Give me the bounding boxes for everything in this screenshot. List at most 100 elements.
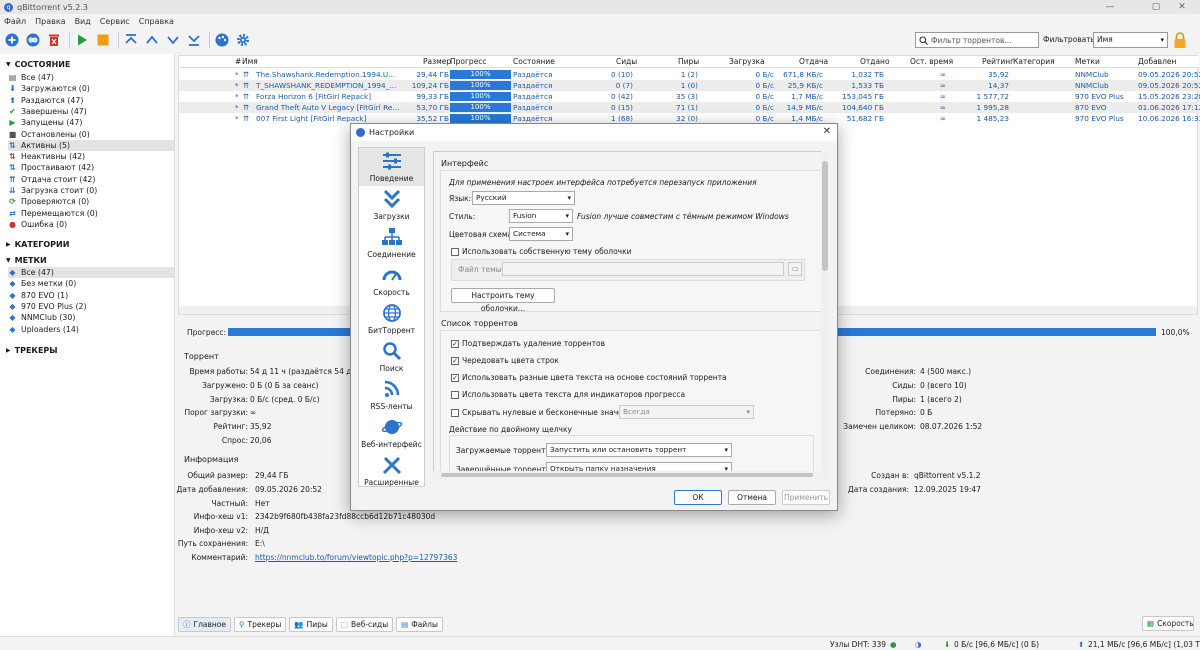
col-peers[interactable]: Пиры [678,57,699,66]
tab-webseeds[interactable]: ⬚ Веб-сиды [335,617,394,632]
category-advanced[interactable]: Расширенные [359,452,424,486]
category-downloads[interactable]: Загрузки [359,186,424,224]
lock-button[interactable] [1173,31,1187,49]
filter-input[interactable]: Фильтр торрентов... [915,32,1039,48]
category-search[interactable]: Поиск [359,338,424,376]
table-row[interactable]: ⇈ * Forza Horizon 6 [FitGirl Repack] 99,33 … [179,91,1200,102]
status-filter-item[interactable]: ✔ Завершены (47) [8,106,174,117]
tab-files[interactable]: ▤ Файлы [396,617,443,632]
category-behavior[interactable]: Поведение [359,148,424,186]
category-speed[interactable]: Скорость [359,262,424,300]
filter-by-select[interactable]: Имя ▾ [1093,32,1168,48]
stop-button[interactable] [94,32,111,49]
tag-filter-item[interactable]: ◆ 870 EVO (1) [8,290,174,301]
table-row[interactable]: ⇈ * Grand Theft Auto V Legacy [FitGirl Re.… [179,102,1200,113]
status-filter-item[interactable]: ▤ Все (47) [8,72,174,83]
hide-zero-checkbox[interactable]: Скрывать нулевые и бесконечные значения [451,408,637,417]
col-category[interactable]: Категория [1013,57,1055,66]
hide-zero-select[interactable]: Всегда ▾ [619,405,754,419]
scroll-thumb[interactable] [441,473,813,477]
status-filter-item[interactable]: ⇊ Загрузка стоит (0) [8,185,174,196]
tag-filter-item[interactable]: ◆ NNMClub (30) [8,312,174,323]
add-link-button[interactable] [24,32,41,49]
tab-general[interactable]: ⓘ Главное [178,617,231,632]
start-button[interactable] [73,32,90,49]
menu-edit[interactable]: Правка [35,17,65,26]
tag-filter-item[interactable]: ◆ Все (47) [8,267,174,278]
col-seeds[interactable]: Сиды [616,57,637,66]
move-up-button[interactable] [143,32,160,49]
panel-horizontal-scrollbar[interactable] [433,471,821,479]
close-window-icon[interactable]: ✕ [1164,0,1200,14]
menu-view[interactable]: Вид [75,17,91,26]
cancel-button[interactable]: Отмена [728,490,776,505]
category-webui[interactable]: Веб-интерфейс [359,414,424,452]
downloading-action-select[interactable]: Запустить или остановить торрент ▾ [546,443,732,457]
panel-vertical-scrollbar[interactable] [821,151,829,479]
category-bittorrent[interactable]: БитТоррент [359,300,424,338]
col-size[interactable]: Размер [423,57,451,66]
tab-trackers[interactable]: ⚲ Трекеры [234,617,287,632]
category-rss[interactable]: RSS-ленты [359,376,424,414]
own-theme-checkbox[interactable]: Использовать собственную тему оболочки [451,247,632,256]
status-filter-item[interactable]: ⟳ Проверяются (0) [8,196,174,207]
theme-file-input[interactable] [502,262,784,276]
status-filter-item[interactable]: ⇅ Активны (5) [8,139,174,151]
download-speed[interactable]: 0 Б/с [96,6 МБ/с] (0 Б) [954,640,1039,649]
col-eta[interactable]: Ост. время [910,57,953,66]
scroll-thumb[interactable] [822,161,828,271]
comment-link[interactable]: https://nnmclub.to/forum/viewtopic.php?p… [255,553,457,562]
status-filter-item[interactable]: ■ Остановлены (0) [8,129,174,140]
tag-filter-item[interactable]: ◆ 970 EVO Plus (2) [8,301,174,312]
settings-button[interactable] [234,32,251,49]
ok-button[interactable]: ОК [674,490,722,505]
menu-file[interactable]: Файл [4,17,26,26]
minimize-icon[interactable]: — [1092,0,1128,14]
progress-colors-checkbox[interactable]: Использовать цвета текста для индикаторо… [451,390,685,399]
col-name[interactable]: Имя [242,57,258,66]
col-ratio[interactable]: Рейтинг [982,57,1014,66]
col-num[interactable]: # [235,57,241,66]
col-tags[interactable]: Метки [1075,57,1100,66]
col-up[interactable]: Отдача [799,57,828,66]
col-uploaded[interactable]: Отдано [860,57,890,66]
customize-theme-button[interactable]: Настроить тему оболочки... [451,288,555,313]
style-select[interactable]: Fusion ▾ [509,209,573,223]
language-select[interactable]: Русский ▾ [472,191,575,205]
col-progress[interactable]: Прогресс [450,57,487,66]
alt-speed-icon[interactable]: ◑ [915,640,922,649]
move-down-button[interactable] [164,32,181,49]
status-filter-item[interactable]: ⇅ Простаивают (42) [8,162,174,173]
state-colors-checkbox[interactable]: ✓ Использовать разные цвета текста на осн… [451,373,727,382]
confirm-delete-checkbox[interactable]: ✓ Подтверждать удаление торрентов [451,339,605,348]
table-row[interactable]: ⇈ * T_SHAWSHANK_REDEMPTION_1994_... 109,24 … [179,80,1200,91]
status-section-header[interactable]: ▼ СОСТОЯНИЕ [6,60,70,69]
category-connection[interactable]: Соединение [359,224,424,262]
speed-button[interactable]: ▦ Скорость [1142,616,1194,631]
alternate-rows-checkbox[interactable]: ✓ Чередовать цвета строк [451,356,559,365]
status-filter-item[interactable]: ⬆ Раздаются (47) [8,95,174,106]
table-row[interactable]: ⇈ * The.Shawshank.Redemption.1994.U... 29,4… [179,69,1200,80]
tab-peers[interactable]: 👥 Пиры [289,617,333,632]
apply-button[interactable]: Применить [782,490,830,505]
color-scheme-select[interactable]: Система ▾ [509,227,573,241]
col-down[interactable]: Загрузка [729,57,765,66]
menu-help[interactable]: Справка [139,17,174,26]
status-filter-item[interactable]: ▶ Запущены (47) [8,117,174,128]
status-filter-item[interactable]: ⇈ Отдача стоит (42) [8,174,174,185]
menu-tools[interactable]: Сервис [100,17,130,26]
trackers-section-header[interactable]: ▶ ТРЕКЕРЫ [6,346,58,355]
status-filter-item[interactable]: ⇅ Неактивны (42) [8,151,174,162]
move-bottom-button[interactable] [185,32,202,49]
add-torrent-button[interactable] [3,32,20,49]
status-filter-item[interactable]: ⬇ Загружаются (0) [8,83,174,94]
tags-section-header[interactable]: ▼ МЕТКИ [6,256,47,265]
status-filter-item[interactable]: ⇄ Перемещаются (0) [8,208,174,219]
browse-theme-button[interactable]: ▭ [788,262,802,276]
connection-status-icon[interactable]: ● [890,640,897,649]
status-filter-item[interactable]: ● Ошибка (0) [8,219,174,230]
options-button[interactable] [213,32,230,49]
col-added[interactable]: Добавлен [1138,57,1176,66]
delete-button[interactable] [45,32,62,49]
dialog-close-icon[interactable]: ✕ [823,126,831,137]
